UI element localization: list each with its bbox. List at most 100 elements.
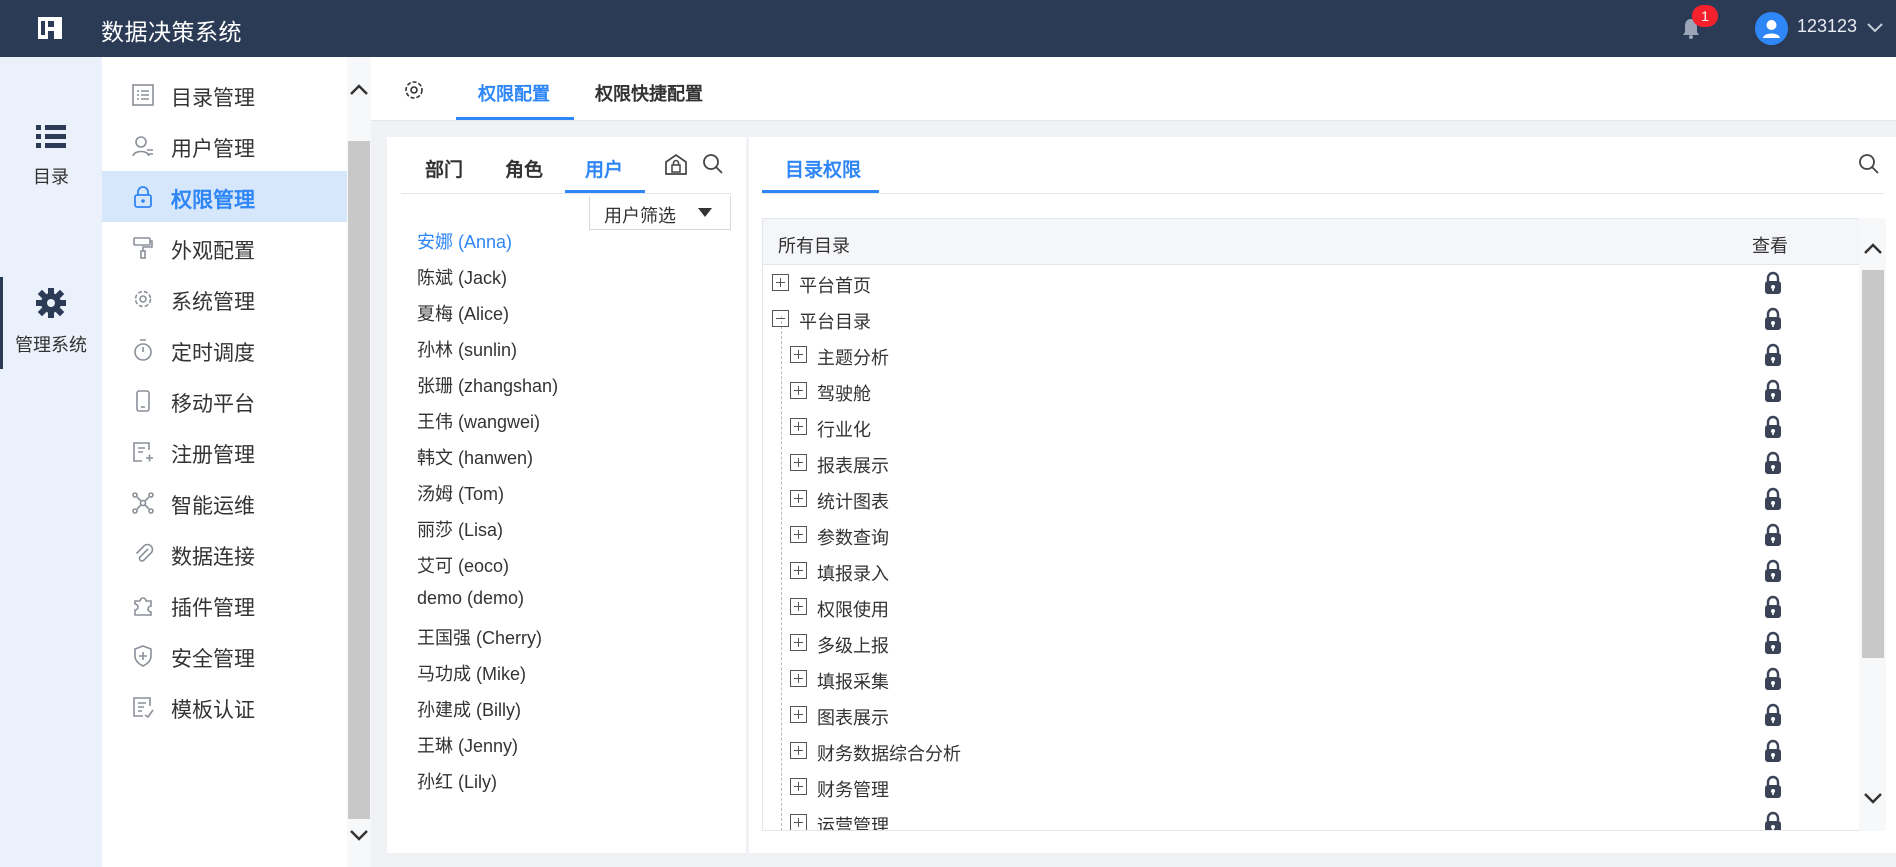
tree-row[interactable]: 多级上报 — [763, 625, 1860, 661]
user-list-item[interactable]: 夏梅 (Alice) — [417, 300, 509, 326]
user-list-item[interactable]: 韩文 (hanwen) — [417, 444, 533, 470]
user-list-item[interactable]: demo (demo) — [417, 588, 524, 609]
user-avatar-icon[interactable] — [1755, 12, 1788, 45]
column-header-view[interactable]: 查看 — [1752, 232, 1788, 258]
tree-node-label[interactable]: 财务数据综合分析 — [817, 740, 961, 766]
expand-toggle-icon[interactable] — [790, 490, 807, 507]
expand-toggle-icon[interactable] — [790, 526, 807, 543]
tree-row[interactable]: 报表展示 — [763, 445, 1860, 481]
user-list-item[interactable]: 安娜 (Anna) — [417, 228, 512, 254]
user-list-item[interactable]: 张珊 (zhangshan) — [417, 372, 558, 398]
menu-item-permission-management[interactable]: 权限管理 — [102, 171, 347, 222]
expand-toggle-icon[interactable] — [790, 598, 807, 615]
app-logo[interactable] — [35, 14, 65, 42]
tree-node-label[interactable]: 平台首页 — [799, 272, 871, 298]
expand-toggle-icon[interactable] — [790, 814, 807, 830]
menu-item-catalog-management[interactable]: 目录管理 — [102, 69, 347, 120]
view-permission-lock-icon[interactable] — [1763, 811, 1783, 830]
subtab-role[interactable]: 角色 — [505, 155, 543, 182]
menu-item-registration[interactable]: 注册管理 — [102, 426, 347, 477]
tree-node-label[interactable]: 报表展示 — [817, 452, 889, 478]
view-permission-lock-icon[interactable] — [1763, 667, 1783, 691]
rail-item-catalog[interactable]: 目录 — [0, 123, 102, 189]
tree-row[interactable]: 行业化 — [763, 409, 1860, 445]
tree-row[interactable]: 填报录入 — [763, 553, 1860, 589]
view-permission-lock-icon[interactable] — [1763, 379, 1783, 403]
menu-item-intelligent-ops[interactable]: 智能运维 — [102, 477, 347, 528]
expand-toggle-icon[interactable] — [790, 562, 807, 579]
view-permission-lock-icon[interactable] — [1763, 595, 1783, 619]
tree-row[interactable]: 运营管理 — [763, 805, 1860, 830]
view-permission-lock-icon[interactable] — [1763, 487, 1783, 511]
collapse-toggle-icon[interactable] — [772, 310, 789, 327]
expand-toggle-icon[interactable] — [790, 454, 807, 471]
user-list-item[interactable]: 丽莎 (Lisa) — [417, 516, 503, 542]
username[interactable]: 123123 — [1797, 16, 1857, 37]
menu-item-mobile-platform[interactable]: 移动平台 — [102, 375, 347, 426]
settings-gear-icon[interactable] — [402, 78, 426, 102]
user-filter-dropdown[interactable]: 用户筛选 — [589, 196, 731, 230]
table-scrollbar[interactable] — [1859, 218, 1886, 831]
tree-node-label[interactable]: 主题分析 — [817, 344, 889, 370]
view-permission-lock-icon[interactable] — [1763, 415, 1783, 439]
chevron-down-icon[interactable] — [1866, 20, 1884, 34]
batch-lock-icon[interactable] — [663, 152, 689, 176]
tab-permission-quick-config[interactable]: 权限快捷配置 — [595, 80, 703, 106]
tree-row[interactable]: 填报采集 — [763, 661, 1860, 697]
tree-row[interactable]: 主题分析 — [763, 337, 1860, 373]
menu-item-security-management[interactable]: 安全管理 — [102, 630, 347, 681]
user-list-item[interactable]: 王伟 (wangwei) — [417, 408, 540, 434]
tree-node-label[interactable]: 多级上报 — [817, 632, 889, 658]
view-permission-lock-icon[interactable] — [1763, 271, 1783, 295]
search-icon[interactable] — [1858, 153, 1880, 175]
expand-toggle-icon[interactable] — [790, 706, 807, 723]
chevron-up-icon[interactable] — [348, 82, 370, 98]
tree-row[interactable]: 平台首页 — [763, 265, 1860, 301]
chevron-down-icon[interactable] — [348, 827, 370, 843]
expand-toggle-icon[interactable] — [790, 634, 807, 651]
tree-row[interactable]: 参数查询 — [763, 517, 1860, 553]
user-list-item[interactable]: 孙林 (sunlin) — [417, 336, 517, 362]
tree-node-label[interactable]: 统计图表 — [817, 488, 889, 514]
view-permission-lock-icon[interactable] — [1763, 775, 1783, 799]
table-scrollbar-thumb[interactable] — [1862, 270, 1884, 658]
view-permission-lock-icon[interactable] — [1763, 631, 1783, 655]
tree-row[interactable]: 图表展示 — [763, 697, 1860, 733]
menu-item-appearance-config[interactable]: 外观配置 — [102, 222, 347, 273]
menu-item-scheduling[interactable]: 定时调度 — [102, 324, 347, 375]
tree-row[interactable]: 财务管理 — [763, 769, 1860, 805]
tree-node-label[interactable]: 权限使用 — [817, 596, 889, 622]
menu-scrollbar[interactable] — [347, 57, 371, 867]
tree-node-label[interactable]: 运营管理 — [817, 812, 889, 830]
expand-toggle-icon[interactable] — [790, 346, 807, 363]
expand-toggle-icon[interactable] — [790, 778, 807, 795]
chevron-up-icon[interactable] — [1862, 241, 1884, 257]
tree-row[interactable]: 统计图表 — [763, 481, 1860, 517]
tree-node-label[interactable]: 平台目录 — [799, 308, 871, 334]
user-list-item[interactable]: 陈斌 (Jack) — [417, 264, 507, 290]
tree-node-label[interactable]: 行业化 — [817, 416, 871, 442]
user-list-item[interactable]: 王琳 (Jenny) — [417, 732, 518, 758]
menu-scrollbar-thumb[interactable] — [348, 141, 370, 819]
subtab-user[interactable]: 用户 — [585, 155, 623, 182]
tree-node-label[interactable]: 图表展示 — [817, 704, 889, 730]
tree-node-label[interactable]: 填报采集 — [817, 668, 889, 694]
tree-node-label[interactable]: 驾驶舱 — [817, 380, 871, 406]
expand-toggle-icon[interactable] — [790, 382, 807, 399]
tree-node-label[interactable]: 参数查询 — [817, 524, 889, 550]
expand-toggle-icon[interactable] — [772, 274, 789, 291]
menu-item-user-management[interactable]: 用户管理 — [102, 120, 347, 171]
user-list-item[interactable]: 孙红 (Lily) — [417, 768, 497, 794]
tree-row[interactable]: 驾驶舱 — [763, 373, 1860, 409]
menu-item-plugin-management[interactable]: 插件管理 — [102, 579, 347, 630]
rail-item-admin[interactable]: 管理系统 — [0, 277, 102, 369]
view-permission-lock-icon[interactable] — [1763, 559, 1783, 583]
view-permission-lock-icon[interactable] — [1763, 343, 1783, 367]
menu-item-template-auth[interactable]: 模板认证 — [102, 681, 347, 732]
user-list-item[interactable]: 马功成 (Mike) — [417, 660, 526, 686]
expand-toggle-icon[interactable] — [790, 742, 807, 759]
user-list-item[interactable]: 艾可 (eoco) — [417, 552, 509, 578]
expand-toggle-icon[interactable] — [790, 418, 807, 435]
tab-catalog-permission[interactable]: 目录权限 — [785, 155, 861, 182]
subtab-department[interactable]: 部门 — [425, 155, 463, 182]
